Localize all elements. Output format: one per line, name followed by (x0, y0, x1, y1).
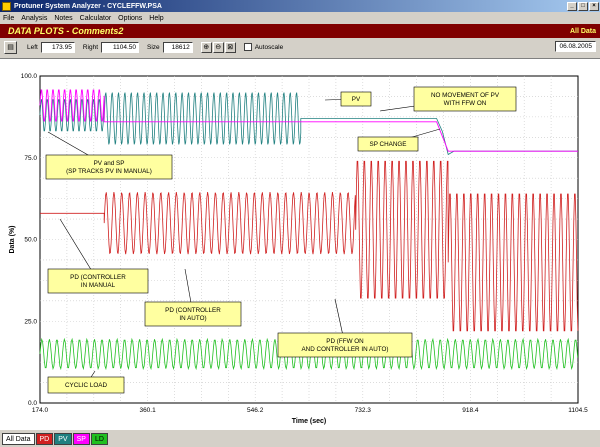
x-tick-label: 732.3 (355, 407, 372, 414)
annotation-text: SP CHANGE (370, 141, 407, 148)
left-field[interactable]: 173.95 (40, 41, 75, 53)
page-banner: DATA PLOTS - Comments2 All Data (0, 24, 600, 38)
x-tick-label: 1104.5 (568, 407, 588, 414)
y-tick-label: 100.0 (21, 73, 38, 80)
size-field[interactable]: 18612 (162, 41, 193, 53)
annotation-text: NO MOVEMENT OF PV (431, 92, 500, 99)
menu-options[interactable]: Options (118, 15, 142, 22)
title-bar: Protuner System Analyzer - CYCLEFFW.PSA … (0, 0, 600, 12)
y-tick-label: 50.0 (24, 237, 37, 244)
data-plot-chart[interactable]: 174.0 360.1 546.2 732.3 918.4 1104.5 0.0 25.0 50… (0, 59, 600, 431)
annotation-text: PD (CONTROLLER (70, 274, 126, 281)
annotation-text: PV and SP (94, 160, 125, 167)
tab-pv[interactable]: PV (54, 433, 72, 445)
x-tick-label: 360.1 (139, 407, 156, 414)
maximize-button[interactable]: □ (578, 1, 588, 11)
right-field[interactable]: 1104.50 (101, 41, 140, 53)
menu-notes[interactable]: Notes (54, 15, 72, 22)
tab-all-data[interactable]: All Data (2, 433, 35, 445)
menu-file[interactable]: File (3, 15, 14, 22)
date-field: 06.08.2005 (555, 41, 596, 52)
annotation-text: (SP TRACKS PV IN MANUAL) (66, 168, 152, 175)
zoom-in-icon[interactable]: ⊕ (200, 41, 212, 53)
size-label: Size (147, 43, 160, 51)
tab-pd[interactable]: PD (35, 433, 54, 445)
menu-help[interactable]: Help (149, 15, 163, 22)
window-title: Protuner System Analyzer - CYCLEFFW.PSA (14, 2, 162, 10)
x-tick-label: 546.2 (247, 407, 264, 414)
annotation-box (47, 268, 149, 294)
annotation-text: PV (352, 96, 361, 103)
close-button[interactable]: × (589, 1, 599, 11)
zoom-out-icon[interactable]: ⊖ (212, 41, 224, 53)
tab-ld[interactable]: LD (90, 433, 108, 445)
annotation-text: WITH FFW ON (444, 100, 487, 107)
minimize-button[interactable]: _ (567, 1, 577, 11)
banner-right-label: All Data (569, 27, 596, 35)
menu-bar: File Analysis Notes Calculator Options H… (0, 12, 600, 24)
annotation-box (277, 332, 413, 358)
x-tick-label: 174.0 (32, 407, 49, 414)
plot-area[interactable]: 174.0 360.1 546.2 732.3 918.4 1104.5 0.0 25.0 50… (0, 58, 600, 430)
annotation-text: PD (CONTROLLER (165, 307, 221, 314)
annotation-text: AND CONTROLLER IN AUTO) (301, 346, 388, 353)
annotation-text: IN AUTO) (179, 315, 206, 322)
annotation-text: PD (FFW ON (326, 338, 364, 345)
status-bar: All Data PD PV SP LD (0, 431, 600, 447)
app-icon (2, 1, 11, 11)
autoscale-checkbox[interactable] (243, 43, 252, 51)
menu-calculator[interactable]: Calculator (80, 15, 112, 22)
right-label: Right (82, 43, 99, 51)
annotation-box (45, 154, 173, 180)
zoom-reset-icon[interactable]: ⊠ (224, 41, 236, 53)
document-icon[interactable]: ▤ (4, 40, 17, 54)
annotation-box (144, 301, 242, 327)
y-axis-label: Data (%) (9, 225, 16, 253)
left-label: Left (27, 43, 38, 51)
toolbar: ▤ Left 173.95 Right 1104.50 Size 18612 ⊕… (0, 38, 600, 56)
tab-sp[interactable]: SP (72, 433, 90, 445)
y-tick-label: 0.0 (28, 400, 37, 407)
annotation-text: CYCLIC LOAD (65, 382, 107, 389)
x-axis-label: Time (sec) (292, 418, 327, 425)
autoscale-label: Autoscale (254, 43, 284, 51)
x-tick-label: 918.4 (462, 407, 479, 414)
menu-analysis[interactable]: Analysis (21, 15, 47, 22)
page-title: DATA PLOTS - Comments2 (8, 26, 124, 36)
y-tick-label: 75.0 (24, 155, 37, 162)
annotation-text: IN MANUAL (81, 282, 116, 289)
annotation-box (413, 86, 517, 112)
y-tick-label: 25.0 (24, 318, 37, 325)
app-window: Protuner System Analyzer - CYCLEFFW.PSA … (0, 0, 600, 447)
